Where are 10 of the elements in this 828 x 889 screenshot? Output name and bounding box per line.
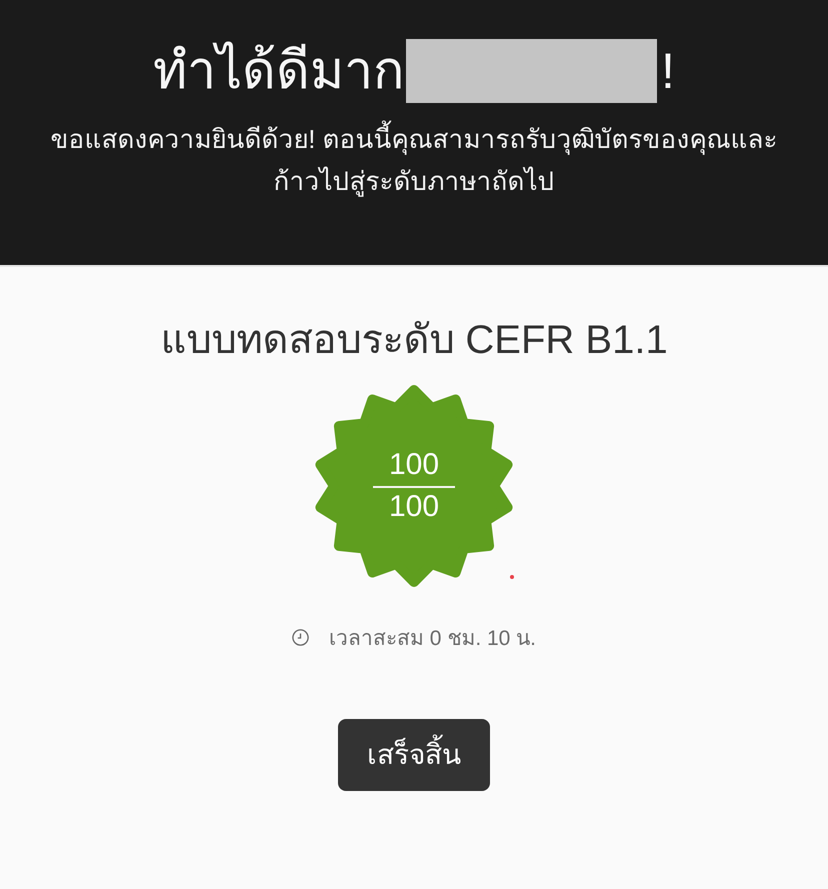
dot-marker-icon [510, 575, 514, 579]
test-title: แบบทดสอบระดับ CEFR B1.1 [160, 317, 668, 364]
congrats-title: ทำได้ดีมาก [153, 40, 404, 102]
time-spent-text: เวลาสะสม 0 ชม. 10 น. [328, 626, 536, 652]
finish-button[interactable]: เสร็จสิ้น [338, 719, 490, 791]
exclamation-mark: ! [661, 42, 675, 101]
clock-icon [292, 629, 309, 646]
congrats-message: ขอแสดงความยินดีด้วย! ตอนนี้คุณสามารถรับวุฒิบัตรของคุณและ ก้าวไปสู่ระดับภาษาถัดไป [50, 118, 778, 202]
score-value: 100 [388, 447, 440, 483]
max-score-value: 100 [388, 489, 440, 525]
